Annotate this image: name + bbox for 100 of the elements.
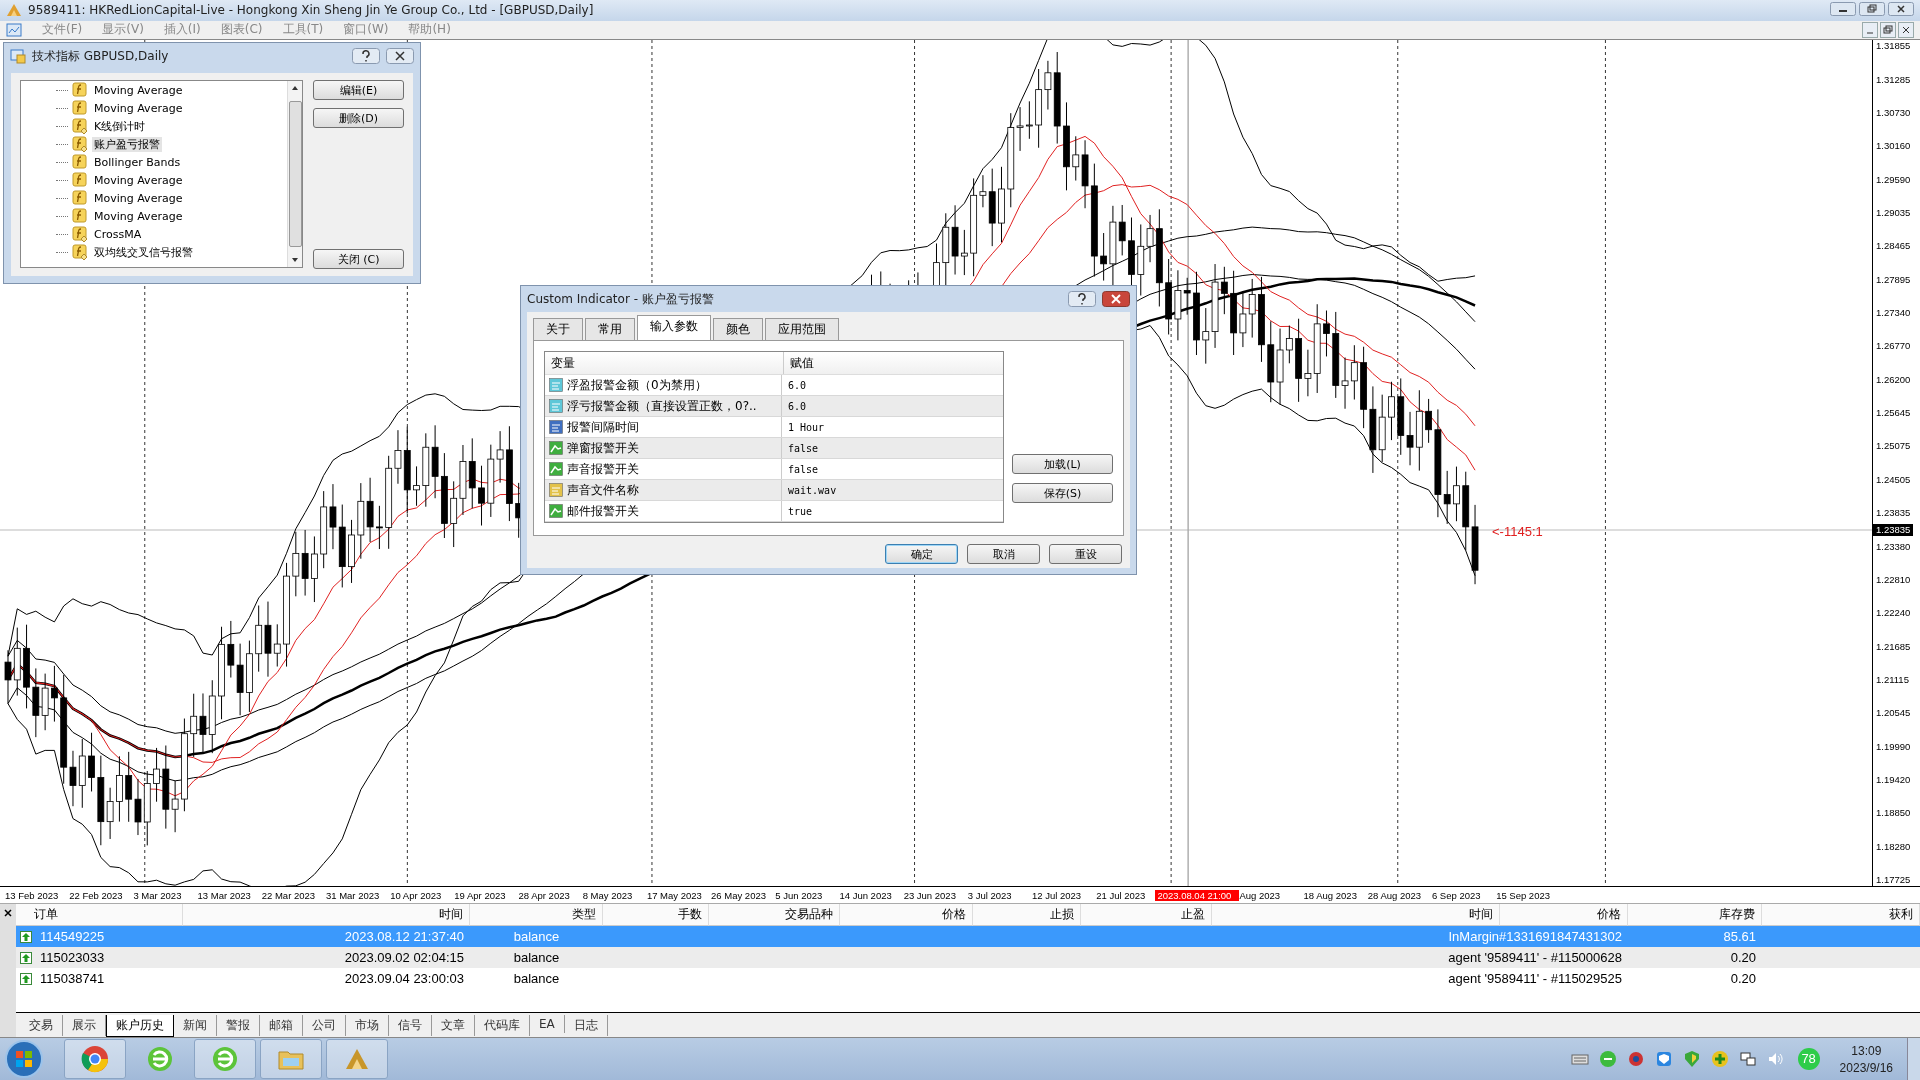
close-button[interactable] — [386, 48, 414, 64]
taskbar-button[interactable] — [194, 1039, 256, 1079]
taskbar-button[interactable] — [326, 1039, 388, 1079]
delete-button[interactable]: 删除(D) — [313, 108, 404, 128]
help-button[interactable] — [352, 48, 380, 64]
scroll-up-icon[interactable] — [291, 84, 300, 92]
start-orb-icon[interactable] — [4, 1039, 44, 1079]
column-header[interactable]: 变量 — [545, 352, 784, 374]
minimize-chart-button[interactable] — [1862, 21, 1878, 38]
parameter-value[interactable]: false — [782, 459, 1003, 479]
window-title: 9589411: HKRedLionCapital-Live - Hongkong Xin Sheng Jin Ye Group Co., Ltd - [GBPUSD,Daily] — [28, 3, 594, 18]
date-label: 31 Mar 2023 — [325, 889, 381, 901]
dialog-button[interactable]: 确定 — [885, 544, 958, 564]
close-button[interactable] — [1102, 291, 1130, 307]
dialog-button[interactable]: 重设 — [1049, 544, 1122, 564]
column-header[interactable]: 止盈 — [1081, 904, 1212, 926]
column-header[interactable]: 订单 — [16, 904, 183, 926]
column-header[interactable]: 止损 — [973, 904, 1081, 926]
parameter-value[interactable]: 1 Hour — [782, 417, 1003, 437]
dialog-tab[interactable]: 颜色 — [713, 318, 763, 340]
parameter-name[interactable]: 邮件报警开关 — [567, 502, 639, 520]
edit-button[interactable]: 编辑(E) — [313, 80, 404, 100]
column-header[interactable]: 库存费 — [1628, 904, 1762, 926]
plus-icon[interactable] — [1710, 1050, 1729, 1068]
terminal-tab[interactable]: 账户历史 — [106, 1015, 174, 1037]
shield-icon[interactable] — [1654, 1050, 1673, 1068]
indicator-item[interactable]: Bollinger Bands — [92, 155, 183, 169]
parameter-name[interactable]: 声音文件名称 — [567, 481, 639, 499]
help-button[interactable] — [1068, 291, 1096, 307]
indicator-item[interactable]: K线倒计时 — [92, 118, 148, 134]
load-button[interactable]: 加载(L) — [1012, 454, 1113, 474]
price-label: 1.29590 — [1876, 173, 1912, 186]
taskbar-button[interactable] — [64, 1039, 126, 1079]
terminal-tab[interactable]: 文章 — [432, 1015, 475, 1036]
parameter-name[interactable]: 浮亏报警金额（直接设置正数，0?.. — [567, 397, 757, 415]
dialog-button[interactable]: 取消 — [967, 544, 1040, 564]
table-cell-text: balance — [512, 929, 561, 944]
terminal-tab[interactable]: 日志 — [564, 1015, 608, 1036]
close-chart-button[interactable] — [1898, 21, 1914, 38]
network-icon[interactable] — [1738, 1050, 1757, 1068]
terminal-tab[interactable]: 警报 — [217, 1015, 260, 1036]
dialog-tab[interactable]: 常用 — [585, 318, 635, 340]
indicator-item[interactable]: 双均线交叉信号报警 — [92, 244, 195, 260]
indicator-item[interactable]: CrossMA — [92, 227, 144, 241]
terminal-tab[interactable]: 邮箱 — [260, 1015, 303, 1036]
column-header[interactable]: 时间 — [183, 904, 470, 926]
shield-icon[interactable] — [1682, 1050, 1701, 1068]
status-icon[interactable] — [1598, 1050, 1617, 1068]
terminal-tab[interactable]: 市场 — [346, 1015, 389, 1036]
parameter-value[interactable]: 6.0 — [782, 396, 1003, 416]
column-header[interactable]: 手数 — [603, 904, 709, 926]
price-label: 1.31285 — [1876, 73, 1912, 86]
parameter-name[interactable]: 声音报警开关 — [567, 460, 639, 478]
parameter-value[interactable]: false — [782, 438, 1003, 458]
column-header[interactable]: 价格 — [840, 904, 973, 926]
parameter-name[interactable]: 弹窗报警开关 — [567, 439, 639, 457]
column-header[interactable]: 获利 — [1762, 904, 1920, 926]
dialog-tab[interactable]: 应用范围 — [765, 318, 839, 340]
save-button[interactable]: 保存(S) — [1012, 483, 1113, 503]
scroll-down-icon[interactable] — [291, 256, 300, 264]
parameter-name[interactable]: 报警间隔时间 — [567, 418, 639, 436]
column-header[interactable]: 类型 — [470, 904, 603, 926]
terminal-tab[interactable]: 交易 — [20, 1015, 63, 1036]
terminal-tab[interactable]: EA — [530, 1015, 565, 1033]
indicator-item[interactable]: Moving Average — [92, 101, 185, 115]
date-label: 5 Jun 2023 — [775, 889, 824, 901]
parameter-name[interactable]: 浮盈报警金额（0为禁用） — [567, 376, 707, 394]
dialog-tab[interactable]: 关于 — [533, 318, 583, 340]
close-button[interactable] — [1888, 1, 1914, 16]
indicator-window-icon — [10, 48, 26, 64]
show-desktop-button[interactable] — [1907, 1038, 1920, 1080]
parameter-value[interactable]: 6.0 — [782, 375, 1003, 395]
dialog-tab[interactable]: 输入参数 — [637, 315, 711, 340]
minimize-button[interactable] — [1830, 1, 1856, 16]
column-header[interactable]: 交易品种 — [709, 904, 840, 926]
indicator-item[interactable]: Moving Average — [92, 191, 185, 205]
close-button[interactable]: 关闭 (C) — [313, 249, 404, 269]
terminal-tab[interactable]: 公司 — [303, 1015, 346, 1036]
restore-chart-button[interactable] — [1880, 21, 1896, 38]
dialog-title: 技术指标 GBPUSD,Daily — [32, 47, 170, 65]
column-header[interactable]: 时间 — [1212, 904, 1500, 926]
column-header[interactable]: 赋值 — [784, 352, 1003, 374]
close-icon[interactable] — [4, 909, 12, 917]
clock-time[interactable]: 13:09 — [1851, 1043, 1882, 1058]
clock-date[interactable]: 2023/9/16 — [1839, 1060, 1893, 1075]
history-row[interactable]: 115023033 2023.09.02 02:04:15 balance agent '9589411' - #115000628 0.20 — [16, 947, 1920, 968]
terminal-tab[interactable]: 新闻 — [174, 1015, 217, 1036]
scrollbar[interactable] — [287, 81, 303, 267]
indicator-item[interactable]: 账户盈亏报警 — [92, 136, 162, 152]
column-header[interactable]: 价格 — [1500, 904, 1628, 926]
indicator-item[interactable]: Moving Average — [92, 83, 185, 97]
parameter-value[interactable]: true — [782, 501, 1003, 521]
terminal-tab[interactable]: 信号 — [389, 1015, 432, 1036]
terminal-tab[interactable]: 代码库 — [475, 1015, 530, 1036]
parameter-value[interactable]: wait.wav — [782, 480, 1003, 500]
indicator-item[interactable]: Moving Average — [92, 173, 185, 187]
restore-button[interactable] — [1859, 1, 1885, 16]
app-logo-icon — [6, 2, 22, 19]
swirl-icon[interactable] — [1626, 1050, 1645, 1068]
indicator-item[interactable]: Moving Average — [92, 209, 185, 223]
